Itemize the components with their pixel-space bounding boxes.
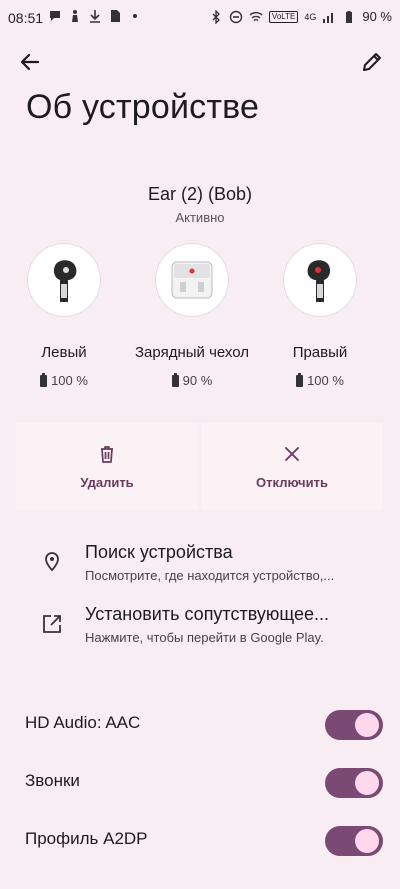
open-external-icon	[40, 612, 64, 636]
charging-case-icon	[171, 261, 213, 299]
left-battery: 100 %	[0, 372, 134, 388]
toggle-row-hd-audio: HD Audio: AAC	[0, 705, 400, 745]
page-title: Об устройстве	[26, 88, 260, 126]
signal-icon	[322, 10, 336, 24]
a2dp-label: Профиль A2DP	[25, 829, 148, 848]
arrow-left-icon	[20, 53, 40, 71]
status-bar: 08:51 VoLTE 4G 90 %	[0, 0, 400, 36]
disconnect-button[interactable]: Отключить	[201, 423, 383, 509]
device-name: Ear (2) (Bob)	[147, 184, 253, 204]
notification-icons	[48, 9, 142, 23]
delete-button[interactable]: Удалить	[16, 423, 198, 509]
trash-icon	[101, 445, 113, 463]
case-battery: 90 %	[122, 372, 262, 388]
system-icons: VoLTE 4G 90 %	[209, 9, 392, 24]
right-earbud-image	[283, 243, 357, 317]
left-earbud-image	[27, 243, 101, 317]
right-battery-value: 100 %	[307, 373, 344, 388]
volte-label: VoLTE	[268, 10, 299, 23]
left-battery-value: 100 %	[51, 373, 88, 388]
figure-icon	[68, 9, 82, 23]
switch-knob	[355, 829, 379, 853]
find-device-row[interactable]: Поиск устройства Посмотрите, где находит…	[0, 535, 400, 591]
install-companion-row[interactable]: Установить сопутствующее... Нажмите, что…	[0, 597, 400, 653]
dot-icon	[128, 9, 142, 23]
edit-button[interactable]	[358, 48, 386, 76]
bluetooth-icon	[209, 9, 223, 24]
close-icon	[285, 446, 299, 461]
dnd-icon	[229, 10, 243, 24]
battery-icon	[171, 372, 179, 387]
left-label: Левый	[41, 344, 87, 361]
device-status: Активно	[175, 210, 225, 225]
hd-audio-switch[interactable]	[325, 710, 383, 740]
battery-percent: 90 %	[362, 9, 392, 24]
calls-switch[interactable]	[325, 768, 383, 798]
battery-icon	[296, 372, 304, 387]
find-device-title: Поиск устройства	[85, 542, 233, 562]
right-label: Правый	[292, 344, 348, 361]
case-image	[155, 243, 229, 317]
back-button[interactable]	[16, 48, 44, 76]
wifi-icon	[249, 10, 263, 24]
calls-label: Звонки	[25, 771, 80, 790]
sim-icon	[108, 9, 122, 23]
hd-audio-label: HD Audio: AAC	[25, 713, 141, 732]
find-device-subtitle: Посмотрите, где находится устройство,...	[85, 568, 335, 583]
battery-icon	[40, 372, 48, 387]
install-companion-subtitle: Нажмите, чтобы перейти в Google Play.	[85, 630, 324, 645]
network-gen-label: 4G	[304, 11, 317, 22]
disconnect-label: Отключить	[256, 474, 328, 490]
case-label: Зарядный чехол	[135, 344, 249, 361]
toggle-row-calls: Звонки	[0, 763, 400, 803]
a2dp-switch[interactable]	[325, 826, 383, 856]
earbud-icon	[307, 260, 331, 302]
case-battery-value: 90 %	[182, 373, 213, 388]
switch-knob	[355, 713, 379, 737]
status-time: 08:51	[8, 10, 44, 26]
right-battery: 100 %	[250, 372, 390, 388]
toggle-row-a2dp: Профиль A2DP	[0, 821, 400, 861]
pencil-icon	[363, 53, 381, 71]
earbud-icon	[53, 260, 77, 302]
location-pin-icon	[40, 550, 64, 574]
battery-icon	[342, 10, 356, 24]
chat-icon	[48, 9, 62, 23]
delete-label: Удалить	[80, 474, 134, 490]
download-icon	[88, 9, 102, 23]
install-companion-title: Установить сопутствующее...	[85, 604, 330, 624]
switch-knob	[355, 771, 379, 795]
